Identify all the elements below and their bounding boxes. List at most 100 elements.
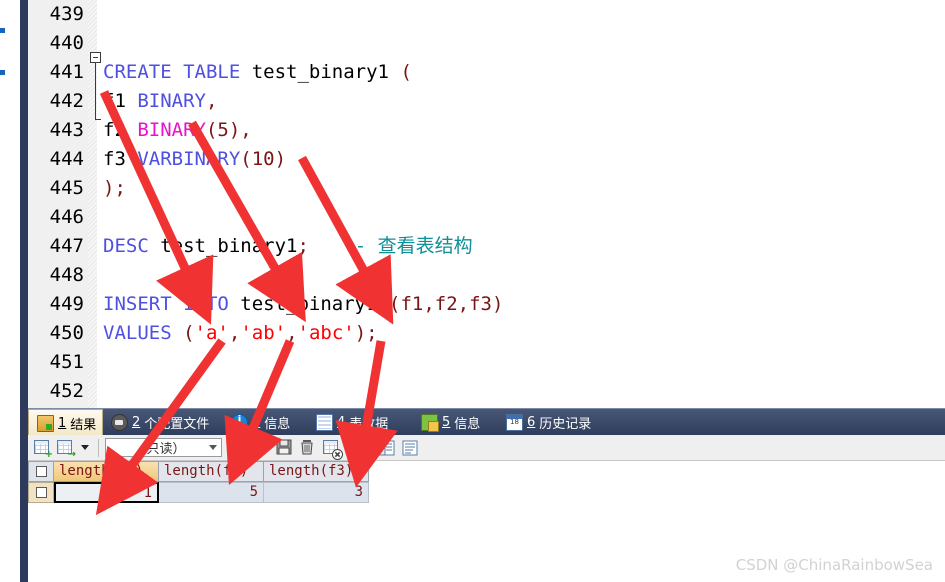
line-number: 443 <box>49 119 84 141</box>
cancel-changes-button[interactable] <box>321 438 343 460</box>
history-calendar-icon <box>506 414 523 431</box>
select-all-cell[interactable] <box>28 461 54 482</box>
profile-icon <box>111 414 128 431</box>
tab-5[interactable]: 5 信息 <box>413 409 498 436</box>
status-info-icon <box>421 414 439 432</box>
tab-number: 1 <box>58 415 67 431</box>
row-selector-cell[interactable] <box>28 482 54 503</box>
fold-collapse-icon[interactable] <box>90 52 101 63</box>
code-line: 440 <box>28 29 945 58</box>
csdn-watermark: CSDN @ChinaRainbowSea <box>735 556 933 574</box>
code-text: INSERT INTO test_binary1 (f1,f2,f3) <box>103 293 504 315</box>
chevron-down-icon <box>209 445 217 450</box>
delete-record-button[interactable] <box>298 438 318 458</box>
line-number: 439 <box>49 3 84 25</box>
code-line: 445); <box>28 174 945 203</box>
line-number: 449 <box>49 293 84 315</box>
table-cell[interactable]: 1 <box>54 482 159 503</box>
tab-label: 表数据 <box>349 417 389 432</box>
toolbar-separator-2 <box>347 438 348 457</box>
line-number: 444 <box>49 148 84 170</box>
import-button[interactable] <box>252 438 272 458</box>
tab-label: 历史记录 <box>539 417 592 432</box>
tab-number: 5 <box>442 415 451 430</box>
code-line: 443 f2 BINARY(5), <box>28 116 945 145</box>
code-line: 441 CREATE TABLE test_binary1 ( <box>28 58 945 87</box>
tab-3[interactable]: 3信息 <box>223 409 308 436</box>
code-text: DESC test_binary1; -- 查看表结构 <box>103 235 473 257</box>
table-cell[interactable]: 3 <box>264 482 369 503</box>
tab-number: 4 <box>337 415 346 430</box>
results-grid-icon <box>37 414 54 432</box>
chevron-down-icon[interactable] <box>81 445 89 450</box>
rail-marker-1 <box>0 28 5 33</box>
editor-left-rail <box>20 0 28 582</box>
line-number: 451 <box>49 351 84 373</box>
grid-header-row: length(f1) length(f2) length(f3) <box>28 461 945 482</box>
column-header[interactable]: length(f2) <box>159 461 264 482</box>
readonly-mode-value: （只读） <box>133 442 186 457</box>
column-header[interactable]: length(f3) <box>264 461 369 482</box>
readonly-mode-select[interactable]: （只读） <box>105 438 222 457</box>
code-line: 447 DESC test_binary1; -- 查看表结构 <box>28 232 945 261</box>
table-data-icon <box>316 414 333 431</box>
code-line: 444 f3 VARBINARY(10) <box>28 145 945 174</box>
table-row[interactable]: 153 <box>28 482 945 503</box>
tab-number: 3 <box>252 415 261 430</box>
sql-code-editor[interactable]: 439 440 441 CREATE TABLE test_binary1 ( 442 f… <box>28 0 945 408</box>
toolbar-separator-1 <box>98 438 99 457</box>
tab-label: 信息 <box>264 417 291 432</box>
code-text: f3 VARBINARY(10) <box>103 148 287 170</box>
line-number: 441 <box>49 61 84 83</box>
code-line: 448 <box>28 261 945 290</box>
code-text: f1 BINARY, <box>103 90 218 112</box>
save-button[interactable] <box>275 438 295 458</box>
line-number: 446 <box>49 206 84 228</box>
code-line: 439 <box>28 0 945 29</box>
form-view-button[interactable] <box>377 438 397 458</box>
text-view-button[interactable] <box>400 438 420 458</box>
code-text: VALUES ('a','ab','abc'); <box>103 322 378 344</box>
results-tabbar: 1结果2个配置文件3信息4表数据5信息6历史记录 <box>28 408 945 436</box>
code-text: f2 BINARY(5), <box>103 119 252 141</box>
line-number: 445 <box>49 177 84 199</box>
apply-changes-button[interactable] <box>229 438 251 460</box>
fold-bracket-line <box>95 63 96 119</box>
grid-view-button[interactable] <box>354 437 374 458</box>
code-line: 451 <box>28 348 945 377</box>
results-data-grid[interactable]: length(f1) length(f2) length(f3) 153 <box>28 461 945 503</box>
line-number: 447 <box>49 235 84 257</box>
tab-1[interactable]: 1 结果 <box>28 409 103 436</box>
line-number: 440 <box>49 32 84 54</box>
code-text: CREATE TABLE test_binary1 ( <box>103 61 412 83</box>
tab-number: 6 <box>527 415 536 430</box>
tab-6[interactable]: 6历史记录 <box>498 409 618 436</box>
results-toolbar: + → （只读） <box>28 435 945 461</box>
tab-4[interactable]: 4 表数据 <box>308 409 413 436</box>
table-cell[interactable]: 5 <box>159 482 264 503</box>
tab-label: 个配置文件 <box>144 417 210 432</box>
code-line: 452 <box>28 377 945 406</box>
tab-number: 2 <box>132 415 141 430</box>
info-icon <box>231 413 248 431</box>
line-number: 450 <box>49 322 84 344</box>
code-text: ); <box>103 177 126 199</box>
tab-label: 结果 <box>70 417 97 433</box>
rail-marker-2 <box>0 70 5 75</box>
line-number: 452 <box>49 380 84 402</box>
column-header[interactable]: length(f1) <box>54 461 159 482</box>
code-line: 450 VALUES ('a','ab','abc'); <box>28 319 945 348</box>
checkbox-icon[interactable] <box>35 466 47 477</box>
line-number: 448 <box>49 264 84 286</box>
line-number: 442 <box>49 90 84 112</box>
tab-label: 信息 <box>454 417 481 432</box>
fold-bracket-foot <box>95 119 101 120</box>
tab-2[interactable]: 2 个配置文件 <box>103 409 223 436</box>
duplicate-record-button[interactable]: → <box>55 438 76 459</box>
code-line: 446 <box>28 203 945 232</box>
code-line: 449 INSERT INTO test_binary1 (f1,f2,f3) <box>28 290 945 319</box>
checkbox-icon[interactable] <box>35 487 47 498</box>
add-record-button[interactable]: + <box>32 438 53 459</box>
grid-body: 153 <box>28 482 945 503</box>
code-line: 442 f1 BINARY, <box>28 87 945 116</box>
